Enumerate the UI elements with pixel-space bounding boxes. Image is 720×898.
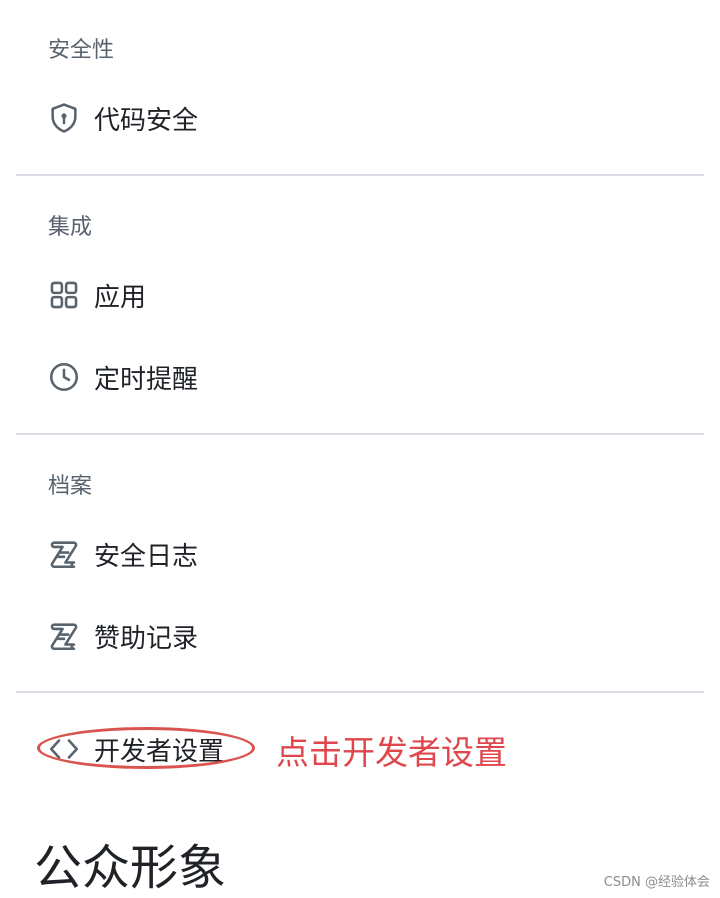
nav-item-code-security[interactable]: 代码安全	[44, 96, 644, 140]
section-header-archives: 档案	[48, 474, 93, 499]
divider	[16, 174, 704, 176]
log-icon	[44, 534, 84, 574]
apps-grid-icon	[44, 275, 84, 315]
section-header-security: 安全性	[48, 38, 115, 63]
shield-lock-icon	[44, 98, 84, 138]
watermark: CSDN @经验体会	[603, 875, 710, 890]
annotation-text: 点击开发者设置	[276, 733, 507, 772]
nav-item-security-log[interactable]: 安全日志	[44, 532, 644, 576]
nav-item-label: 赞助记录	[94, 623, 199, 654]
divider	[16, 433, 704, 435]
page-title: 公众形象	[34, 840, 227, 896]
divider	[16, 691, 704, 693]
nav-item-label: 定时提醒	[94, 364, 199, 395]
nav-item-label: 应用	[94, 282, 147, 313]
clock-icon	[44, 357, 84, 397]
log-icon	[44, 616, 84, 656]
section-header-integrations: 集成	[48, 215, 93, 240]
nav-item-label: 代码安全	[94, 105, 199, 136]
nav-item-label: 开发者设置	[94, 736, 225, 767]
nav-item-apps[interactable]: 应用	[44, 273, 644, 317]
nav-item-scheduled-reminders[interactable]: 定时提醒	[44, 355, 644, 399]
code-icon	[44, 729, 84, 769]
nav-item-sponsorship-log[interactable]: 赞助记录	[44, 614, 644, 658]
nav-item-label: 安全日志	[94, 541, 199, 572]
